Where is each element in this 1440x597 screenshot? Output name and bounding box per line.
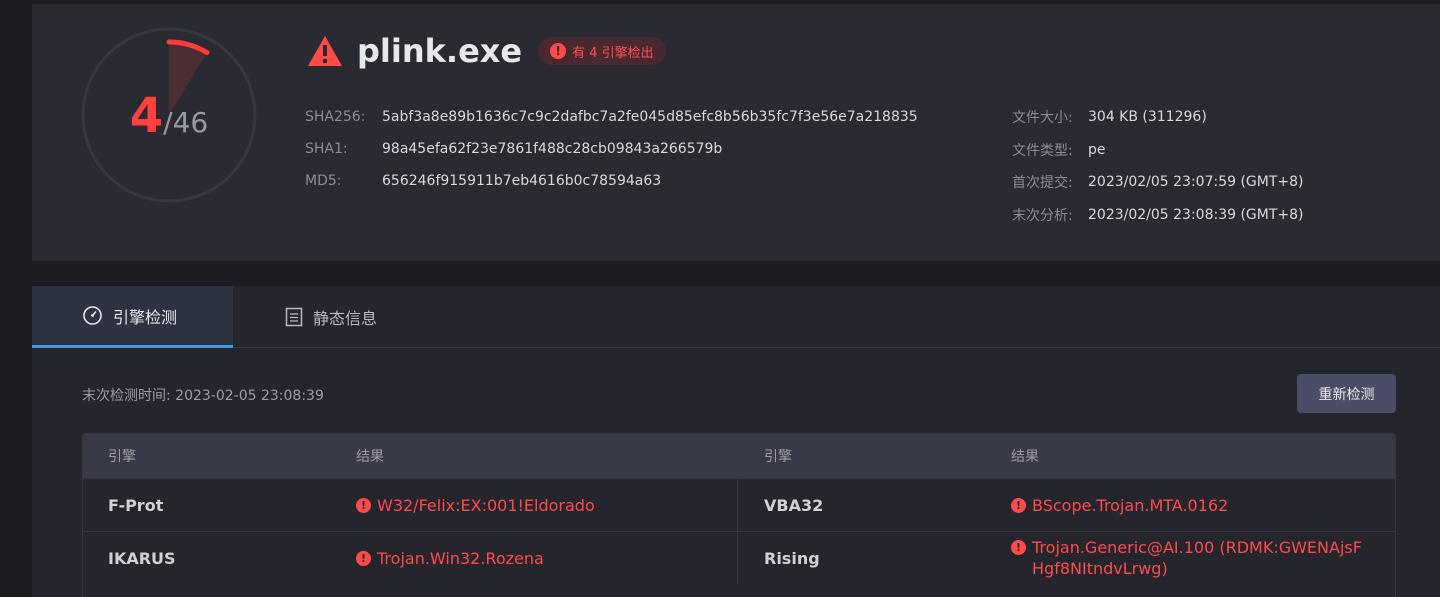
file-summary-card: 4/46 plink.exe ! 有 4 引擎检出 SHA256: 5abf3a…	[32, 4, 1440, 261]
hash-label: SHA256:	[305, 109, 366, 125]
meta-row-last-analysis: 末次分析: 2023/02/05 23:08:39 (GMT+8)	[1012, 199, 1304, 232]
file-title-row: plink.exe ! 有 4 引擎检出	[307, 32, 666, 70]
exclamation-icon: !	[1011, 540, 1026, 555]
tab-static-info[interactable]: 静态信息	[283, 286, 423, 348]
engine-name: Rising	[764, 548, 820, 568]
detection-result: ! W32/Felix:EX:001!Eldorado	[331, 479, 738, 531]
exclamation-icon: !	[550, 43, 567, 59]
column-header-result: 结果	[1011, 449, 1039, 465]
tab-engine-detection[interactable]: 引擎检测	[32, 286, 233, 348]
last-scan-time: 末次检测时间: 2023-02-05 23:08:39	[82, 388, 324, 404]
document-icon	[285, 307, 303, 327]
detection-label: BScope.Trojan.MTA.0162	[1032, 495, 1229, 515]
detection-score: 4/46	[80, 88, 258, 144]
engine-name: VBA32	[764, 495, 824, 515]
engine-total: /46	[163, 106, 209, 139]
exclamation-icon: !	[1011, 497, 1026, 513]
exclamation-icon: !	[356, 497, 371, 513]
meta-label: 末次分析:	[1012, 207, 1073, 224]
meta-label: 首次提交:	[1012, 175, 1073, 192]
meta-value: 2023/02/05 23:07:59 (GMT+8)	[1088, 174, 1304, 191]
left-gutter	[0, 0, 32, 597]
detection-label: Trojan.Generic@AI.100 (RDMK:GWENAjsFHgf8…	[1032, 538, 1362, 578]
column-header-engine: 引擎	[764, 449, 792, 465]
meta-value: 2023/02/05 23:08:39 (GMT+8)	[1088, 206, 1304, 223]
detection-label: Trojan.Win32.Rozena	[377, 548, 544, 568]
meta-label: 文件类型:	[1012, 142, 1073, 159]
hash-label: SHA1:	[305, 141, 348, 157]
engine-name: F-Prot	[108, 495, 164, 515]
rescan-button[interactable]: 重新检测	[1297, 374, 1396, 413]
detection-result: ! BScope.Trojan.MTA.0162	[986, 479, 1395, 531]
detection-result: ! Trojan.Generic@AI.100 (RDMK:GWENAjsFHgf…	[986, 532, 1395, 584]
tab-label: 静态信息	[313, 309, 378, 328]
hash-row-sha1: SHA1: 98a45efa62f23e7861f488c28cb09843a2…	[305, 133, 918, 165]
meta-row-size: 文件大小: 304 KB (311296)	[1012, 101, 1304, 134]
column-header-result: 结果	[356, 449, 384, 465]
detection-label: W32/Felix:EX:001!Eldorado	[377, 495, 595, 515]
detection-badge-label: 有 4 引擎检出	[572, 45, 654, 61]
meta-row-first-submit: 首次提交: 2023/02/05 23:07:59 (GMT+8)	[1012, 166, 1304, 199]
meta-label: 文件大小:	[1012, 110, 1073, 127]
warning-icon	[308, 36, 342, 66]
detection-badge: ! 有 4 引擎检出	[538, 37, 666, 65]
meta-value: 304 KB (311296)	[1088, 109, 1207, 126]
exclamation-icon: !	[356, 550, 371, 566]
detection-panel: 引擎检测 静态信息 末次检测时间: 2023-02-05 23:08:39 重新…	[32, 286, 1440, 597]
column-header-engine: 引擎	[108, 449, 136, 465]
table-header: 引擎 结果 引擎 结果	[83, 434, 1395, 478]
gauge-icon	[83, 306, 102, 325]
meta-value: pe	[1088, 141, 1106, 158]
file-meta-list: 文件大小: 304 KB (311296) 文件类型: pe 首次提交: 202…	[1012, 101, 1304, 231]
engine-name: IKARUS	[108, 548, 176, 568]
hash-label: MD5:	[305, 173, 342, 189]
file-name: plink.exe	[357, 32, 523, 70]
meta-row-type: 文件类型: pe	[1012, 134, 1304, 167]
tab-bar: 引擎检测 静态信息	[32, 286, 1440, 348]
detection-result: ! Trojan.Win32.Rozena	[331, 532, 738, 584]
hash-list: SHA256: 5abf3a8e89b1636c7c9c2dafbc7a2fe0…	[305, 101, 918, 197]
table-row: F-Prot ! W32/Felix:EX:001!Eldorado VBA32 …	[83, 478, 1395, 531]
engine-results-table: 引擎 结果 引擎 结果 F-Prot ! W32/Felix:EX:001!Eld…	[82, 433, 1396, 597]
hash-value[interactable]: 656246f915911b7eb4616b0c78594a63	[382, 173, 661, 189]
detected-count: 4	[129, 88, 164, 144]
hash-row-md5: MD5: 656246f915911b7eb4616b0c78594a63	[305, 165, 918, 197]
tab-label: 引擎检测	[113, 307, 178, 327]
detection-gauge: 4/46	[80, 26, 258, 204]
hash-row-sha256: SHA256: 5abf3a8e89b1636c7c9c2dafbc7a2fe0…	[305, 101, 918, 133]
hash-value[interactable]: 98a45efa62f23e7861f488c28cb09843a266579b	[382, 141, 722, 157]
table-row: IKARUS ! Trojan.Win32.Rozena Rising ! Troj…	[83, 531, 1395, 584]
hash-value[interactable]: 5abf3a8e89b1636c7c9c2dafbc7a2fe045d85efc…	[382, 109, 918, 125]
